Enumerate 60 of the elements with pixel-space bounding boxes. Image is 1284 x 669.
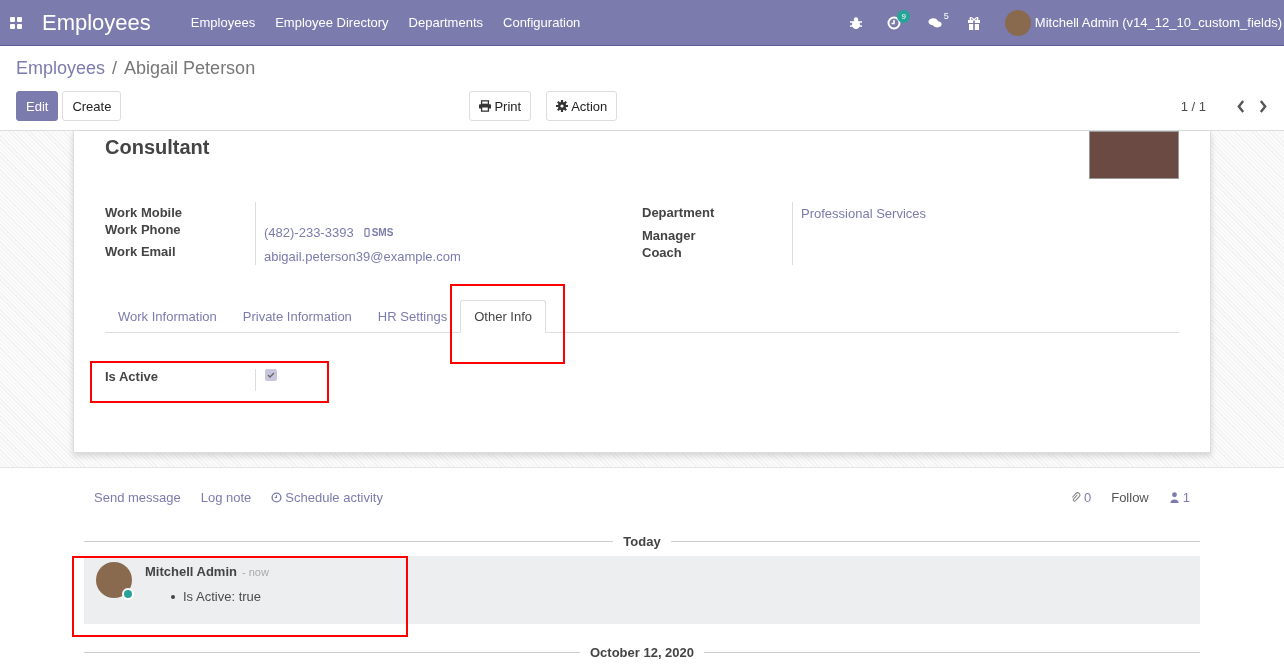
- follow-button[interactable]: Follow: [1111, 489, 1149, 505]
- field-value[interactable]: Professional Services: [801, 206, 926, 221]
- chat-icon[interactable]: [927, 15, 942, 30]
- tab[interactable]: Private Information: [229, 301, 365, 332]
- message-count: 5: [943, 10, 949, 21]
- pager-counter: 1 / 1: [1180, 98, 1206, 114]
- menu-item[interactable]: Employees: [190, 15, 256, 30]
- field-value[interactable]: (482)-233-3393: [264, 225, 354, 240]
- previous-icon[interactable]: [1236, 99, 1246, 113]
- author-avatar: [96, 562, 132, 598]
- apps-menu-icon[interactable]: [10, 16, 22, 29]
- activity-count-badge: 9: [897, 9, 910, 23]
- edit-button[interactable]: Edit: [16, 91, 59, 121]
- field-label: Work Mobile: [105, 205, 184, 220]
- user-name[interactable]: Mitchell Admin (v14_12_10_custom_fields): [1034, 15, 1282, 30]
- chatter-action[interactable]: Send message: [94, 489, 181, 505]
- menu-item[interactable]: Employee Directory: [275, 15, 389, 30]
- bug-icon[interactable]: [849, 15, 864, 30]
- menu-item[interactable]: Configuration: [503, 15, 581, 30]
- tab[interactable]: Work Information: [105, 301, 230, 332]
- breadcrumb-separator: /: [112, 58, 118, 79]
- breadcrumb-link[interactable]: Employees: [16, 58, 106, 79]
- attachments-button[interactable]: 0: [1069, 489, 1092, 505]
- bullet-icon: [171, 594, 175, 599]
- paperclip-icon: [1069, 491, 1081, 503]
- date-separator: October 12, 2020: [589, 644, 695, 660]
- chatter-action[interactable]: Log note: [200, 489, 252, 505]
- message-author: Mitchell Admin: [145, 564, 237, 579]
- clock-icon[interactable]: [887, 15, 902, 30]
- create-button[interactable]: Create: [62, 91, 122, 121]
- clock-icon: [271, 491, 283, 503]
- printer-icon: [479, 100, 492, 112]
- field-label: Work Phone: [105, 222, 182, 237]
- chatter-action[interactable]: Schedule activity: [271, 489, 383, 505]
- online-status-icon: [122, 588, 134, 600]
- date-separator: Today: [623, 533, 661, 549]
- menu-item[interactable]: Departments: [408, 15, 483, 30]
- print-button[interactable]: Print: [469, 91, 532, 121]
- field-value[interactable]: abigail.peterson39@example.com: [264, 249, 461, 264]
- gear-icon: [556, 100, 569, 112]
- next-icon[interactable]: [1258, 99, 1268, 113]
- field-label: Department: [642, 205, 716, 220]
- tab[interactable]: HR Settings: [364, 301, 461, 332]
- field-label: Is Active: [105, 369, 256, 391]
- job-title: Consultant: [105, 136, 210, 159]
- tab[interactable]: Other Info: [460, 300, 547, 333]
- field-label: Work Email: [105, 244, 177, 259]
- tracking-value: Is Active: true: [183, 589, 262, 604]
- field-label: Manager: [642, 228, 697, 243]
- gift-icon[interactable]: [966, 15, 981, 30]
- action-button[interactable]: Action: [546, 91, 618, 121]
- message-time: - now: [241, 566, 269, 578]
- app-title[interactable]: Employees: [42, 9, 151, 36]
- breadcrumb-current: Abigail Peterson: [124, 58, 256, 79]
- phone-icon: [363, 228, 370, 237]
- checkbox[interactable]: [265, 369, 277, 381]
- followers-button[interactable]: 1: [1168, 489, 1190, 505]
- sms-link[interactable]: SMS: [363, 227, 394, 238]
- person-icon: [1168, 491, 1180, 503]
- field-label: Coach: [642, 245, 683, 260]
